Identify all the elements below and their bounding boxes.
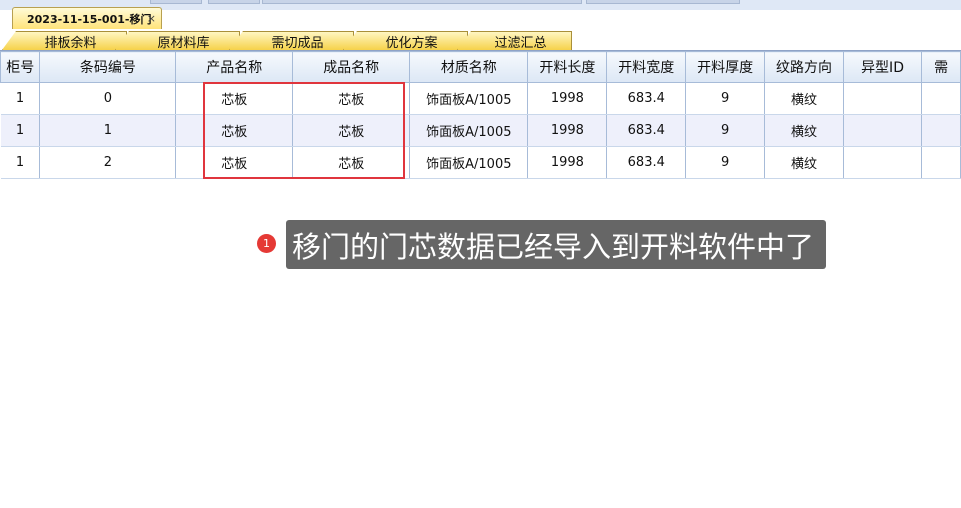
cell-cut-thickness[interactable]: 9	[685, 146, 766, 179]
tab-label: 过滤汇总	[494, 35, 547, 51]
parts-grid[interactable]: 柜号 条码编号 产品名称 成品名称 材质名称 开料长度 开料宽度 开料厚度 纹路…	[0, 51, 961, 179]
cell-cut-thickness[interactable]: 9	[685, 82, 766, 115]
sub-tab-bar: 排板余料 原材料库 需切成品 优化方案 过滤汇总	[0, 30, 961, 51]
cell-material[interactable]: 饰面板A/1005	[409, 146, 529, 179]
tab-label: 原材料库	[157, 35, 210, 51]
cell-finished-name[interactable]: 芯板	[292, 82, 411, 115]
column-header-cabinet-no[interactable]: 柜号	[0, 51, 41, 83]
cell-cut-width[interactable]: 683.4	[606, 146, 687, 179]
cell-cabinet-no[interactable]: 1	[0, 114, 41, 147]
column-header-product-name[interactable]: 产品名称	[175, 51, 294, 83]
column-header-truncated[interactable]: 需	[921, 51, 961, 83]
column-header-cut-width[interactable]: 开料宽度	[606, 51, 687, 83]
cell-grain-direction[interactable]: 横纹	[764, 114, 844, 147]
cell-cut-thickness[interactable]: 9	[685, 114, 766, 147]
cell-cut-width[interactable]: 683.4	[606, 82, 687, 115]
table-row[interactable]: 1 1 芯板 芯板 饰面板A/1005 1998 683.4 9 横纹	[0, 114, 961, 147]
cell-shape-id[interactable]	[843, 146, 923, 179]
tab-cut-products[interactable]: 需切成品	[229, 31, 354, 50]
document-tab-label: 2023-11-15-001-移门	[27, 12, 152, 26]
cell-product-name[interactable]: 芯板	[175, 146, 294, 179]
close-icon[interactable]: ×	[147, 12, 156, 26]
cell-cut-length[interactable]: 1998	[527, 82, 608, 115]
cell-shape-id[interactable]	[843, 114, 923, 147]
cell-truncated[interactable]	[921, 82, 961, 115]
annotation-text: 移门的门芯数据已经导入到开料软件中了	[292, 229, 815, 264]
annotation-callout: 移门的门芯数据已经导入到开料软件中了	[286, 220, 826, 269]
cell-cabinet-no[interactable]: 1	[0, 82, 41, 115]
cell-product-name[interactable]: 芯板	[175, 82, 294, 115]
cell-cut-length[interactable]: 1998	[527, 146, 608, 179]
cell-finished-name[interactable]: 芯板	[292, 146, 411, 179]
tab-label: 需切成品	[271, 35, 324, 51]
cell-finished-name[interactable]: 芯板	[292, 114, 411, 147]
cell-shape-id[interactable]	[843, 82, 923, 115]
cell-barcode[interactable]: 2	[39, 146, 177, 179]
document-tab[interactable]: 2023-11-15-001-移门 ×	[12, 7, 162, 29]
column-header-shape-id[interactable]: 异型ID	[842, 51, 923, 83]
cell-barcode[interactable]: 0	[39, 82, 177, 115]
document-tab-bar: 2023-11-15-001-移门 ×	[0, 4, 961, 31]
cell-truncated[interactable]	[921, 146, 961, 179]
cell-cut-width[interactable]: 683.4	[606, 114, 687, 147]
tab-label: 排板余料	[44, 35, 97, 51]
column-header-cut-thickness[interactable]: 开料厚度	[685, 51, 766, 83]
column-header-barcode[interactable]: 条码编号	[39, 51, 177, 83]
tab-optimization[interactable]: 优化方案	[343, 31, 468, 50]
cell-product-name[interactable]: 芯板	[175, 114, 294, 147]
cell-cut-length[interactable]: 1998	[527, 114, 608, 147]
column-header-cut-length[interactable]: 开料长度	[527, 51, 608, 83]
column-header-finished-name[interactable]: 成品名称	[292, 51, 411, 83]
table-row[interactable]: 1 2 芯板 芯板 饰面板A/1005 1998 683.4 9 横纹	[0, 146, 961, 179]
cell-cabinet-no[interactable]: 1	[0, 146, 41, 179]
grid-header-row: 柜号 条码编号 产品名称 成品名称 材质名称 开料长度 开料宽度 开料厚度 纹路…	[0, 51, 961, 83]
annotation-marker: 1	[257, 234, 276, 253]
cell-material[interactable]: 饰面板A/1005	[409, 82, 529, 115]
cell-truncated[interactable]	[921, 114, 961, 147]
app-window: 2023-11-15-001-移门 × 排板余料 原材料库 需切成品 优化方案 …	[0, 0, 961, 508]
tab-sheet-remnant[interactable]: 排板余料	[2, 31, 127, 50]
column-header-grain-direction[interactable]: 纹路方向	[764, 51, 844, 83]
tab-filter-summary[interactable]: 过滤汇总	[457, 31, 572, 50]
cell-material[interactable]: 饰面板A/1005	[409, 114, 529, 147]
column-header-material[interactable]: 材质名称	[409, 51, 529, 83]
tab-raw-material[interactable]: 原材料库	[115, 31, 240, 50]
table-row[interactable]: 1 0 芯板 芯板 饰面板A/1005 1998 683.4 9 横纹	[0, 82, 961, 115]
tab-label: 优化方案	[385, 35, 438, 51]
cell-grain-direction[interactable]: 横纹	[764, 82, 844, 115]
cell-barcode[interactable]: 1	[39, 114, 177, 147]
cell-grain-direction[interactable]: 横纹	[764, 146, 844, 179]
